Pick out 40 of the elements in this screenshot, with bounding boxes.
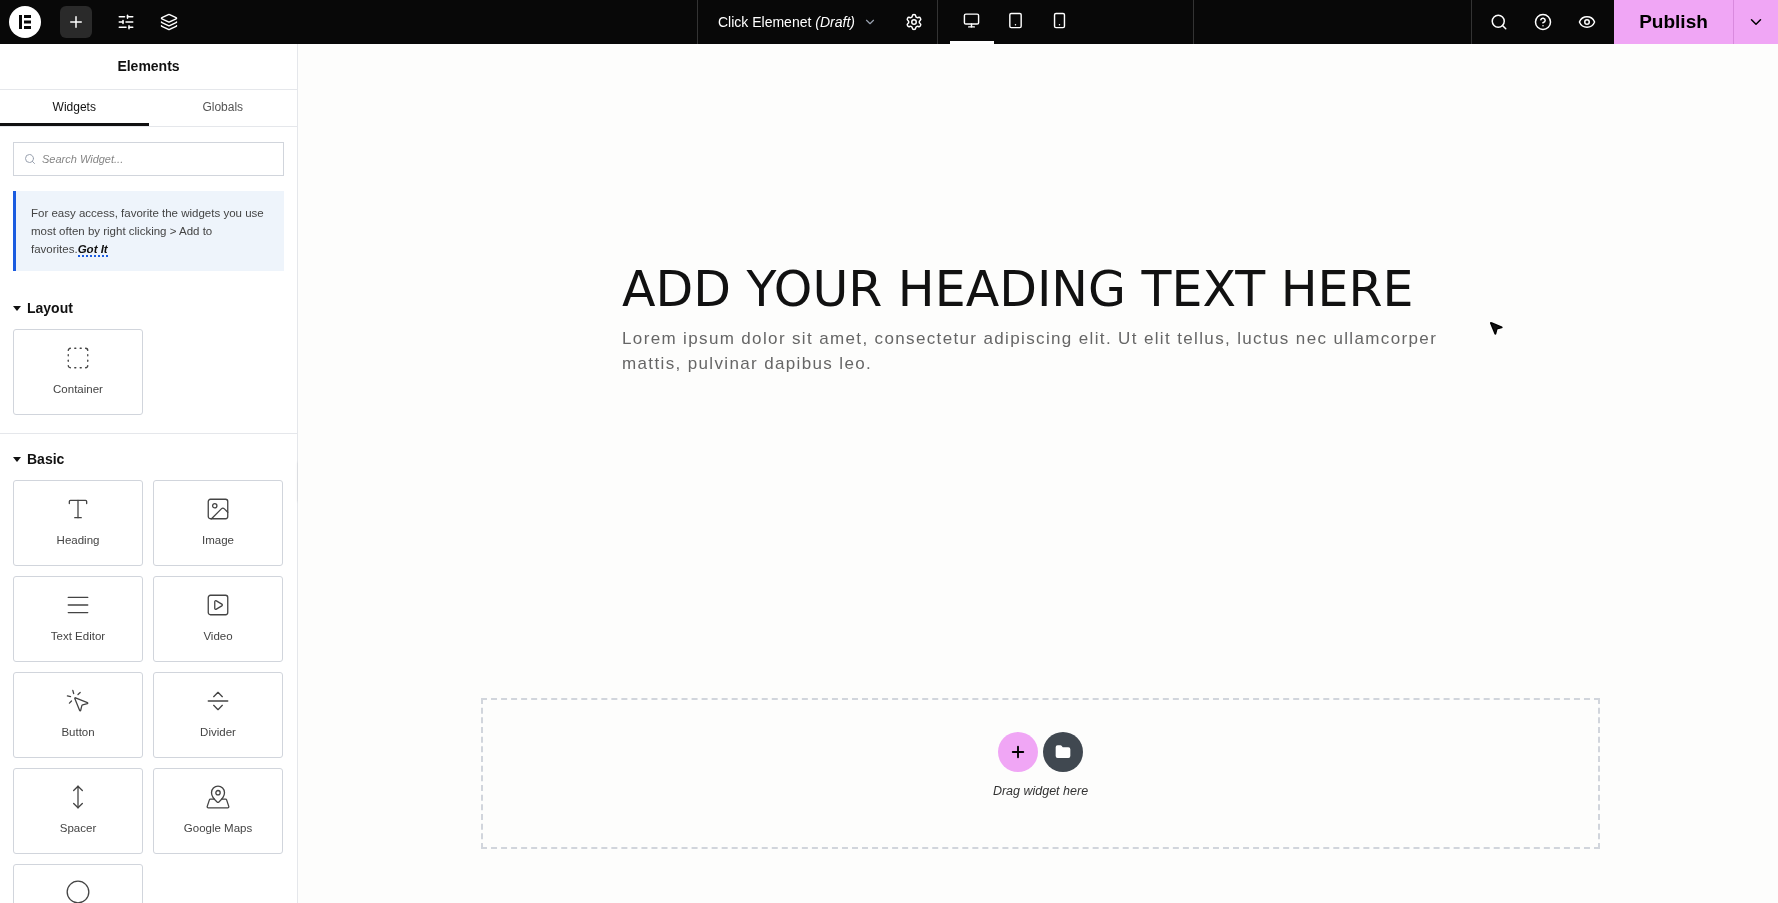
panel-title: Elements <box>0 44 297 90</box>
preview-eye-icon[interactable] <box>1578 13 1596 31</box>
drop-hint: Drag widget here <box>992 783 1089 801</box>
add-button[interactable] <box>60 6 92 38</box>
search-icon[interactable] <box>1490 13 1508 31</box>
add-section-button[interactable] <box>998 732 1038 773</box>
widget-card[interactable]: Button <box>13 672 143 758</box>
search-icon <box>24 153 36 165</box>
search-field[interactable]: Search Widget... <box>13 142 284 176</box>
widget-card[interactable]: Heading <box>13 480 143 566</box>
widget-card[interactable]: Image <box>153 480 283 566</box>
folder-icon <box>1055 744 1071 761</box>
widget-card[interactable]: Divider <box>153 672 283 758</box>
map-widget-icon <box>205 784 231 811</box>
widget-card[interactable]: Spacer <box>13 768 143 854</box>
got-it-link[interactable]: Got It <box>77 243 108 257</box>
template-library-button[interactable] <box>1043 732 1083 773</box>
panel-tab[interactable]: Widgets <box>0 90 149 126</box>
layers-icon[interactable] <box>160 13 178 31</box>
tablet-icon <box>1007 12 1025 29</box>
page-heading[interactable]: ADD YOUR HEADING TEXT HERE <box>622 262 1462 318</box>
widget-card[interactable]: Container <box>13 329 143 415</box>
widget-card[interactable]: Video <box>153 576 283 662</box>
settings-icon[interactable] <box>904 13 923 31</box>
help-icon[interactable] <box>1534 13 1552 31</box>
drop-zone[interactable]: Drag widget here <box>481 698 1600 849</box>
publish-button[interactable]: Publish <box>1614 0 1733 44</box>
desktop-icon <box>963 12 981 29</box>
page-paragraph[interactable]: Lorem ipsum dolor sit amet, consectetur adipiscing elit. Ut elit tellus, luctus nec ullamcorper mattis, pulvinar dapibus leo. <box>622 326 1462 376</box>
widget-card[interactable]: Text Editor <box>13 576 143 662</box>
plus-icon <box>67 13 85 31</box>
section-toggle[interactable]: Layout <box>13 297 73 319</box>
tip-text: For easy access, favorite the widgets you use most often by right clicking > Add to favorites.Got It <box>31 206 265 258</box>
settings-sliders-icon[interactable] <box>117 13 135 31</box>
section-toggle[interactable]: Basic <box>13 448 65 470</box>
panel-tab[interactable]: Globals <box>148 90 297 126</box>
mouse-cursor-icon <box>1488 320 1504 336</box>
logo-icon[interactable] <box>9 6 41 38</box>
widget-card[interactable]: Google Maps <box>153 768 283 854</box>
document-title-button[interactable]: Click Elemenet (Draft) <box>718 11 877 33</box>
